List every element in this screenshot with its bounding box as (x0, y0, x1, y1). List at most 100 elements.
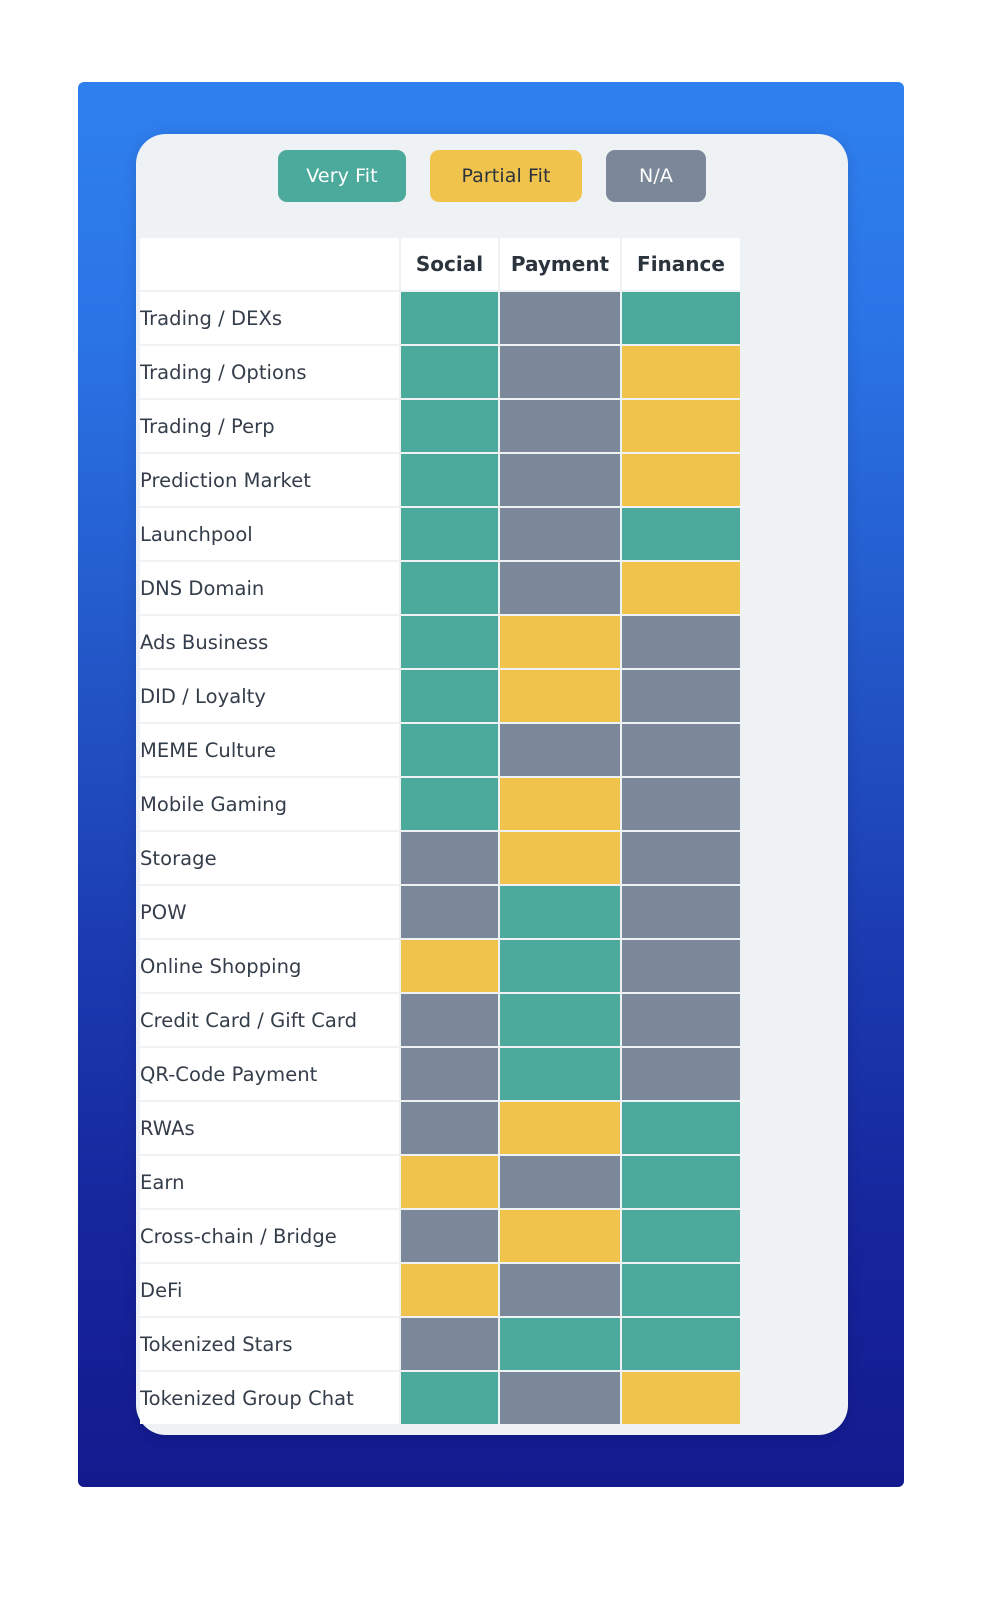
matrix-cell-na[interactable] (622, 886, 740, 940)
column-header-payment: Payment (500, 238, 622, 292)
table-row: POW (140, 886, 740, 940)
matrix-cell-partial-fit[interactable] (401, 1156, 500, 1210)
matrix-cell-very-fit[interactable] (401, 1372, 500, 1424)
matrix-cell-na[interactable] (401, 1210, 500, 1264)
row-label: Online Shopping (140, 940, 401, 994)
matrix-cell-partial-fit[interactable] (622, 400, 740, 454)
row-label: QR-Code Payment (140, 1048, 401, 1102)
matrix-cell-very-fit[interactable] (622, 292, 740, 346)
row-label: RWAs (140, 1102, 401, 1156)
matrix-cell-very-fit[interactable] (622, 1156, 740, 1210)
table-row: DNS Domain (140, 562, 740, 616)
matrix-cell-partial-fit[interactable] (500, 616, 622, 670)
header-row: Social Payment Finance (140, 238, 740, 292)
row-label: Storage (140, 832, 401, 886)
legend: Very Fit Partial Fit N/A (136, 134, 848, 218)
matrix-cell-partial-fit[interactable] (500, 778, 622, 832)
legend-chip-partial-fit[interactable]: Partial Fit (430, 150, 582, 202)
legend-chip-very-fit[interactable]: Very Fit (278, 150, 406, 202)
row-label: Ads Business (140, 616, 401, 670)
matrix-cell-very-fit[interactable] (401, 400, 500, 454)
table-row: Launchpool (140, 508, 740, 562)
matrix-cell-na[interactable] (500, 454, 622, 508)
legend-chip-na[interactable]: N/A (606, 150, 706, 202)
matrix-cell-na[interactable] (622, 940, 740, 994)
matrix-cell-very-fit[interactable] (500, 994, 622, 1048)
matrix-cell-very-fit[interactable] (401, 508, 500, 562)
matrix-cell-na[interactable] (500, 346, 622, 400)
row-label: Launchpool (140, 508, 401, 562)
table-row: DID / Loyalty (140, 670, 740, 724)
matrix-cell-na[interactable] (401, 886, 500, 940)
table-row: Tokenized Stars (140, 1318, 740, 1372)
matrix-cell-partial-fit[interactable] (500, 1210, 622, 1264)
column-header-social: Social (401, 238, 500, 292)
matrix-cell-very-fit[interactable] (622, 508, 740, 562)
matrix-cell-na[interactable] (622, 994, 740, 1048)
matrix-cell-na[interactable] (622, 670, 740, 724)
fit-matrix-table: Social Payment Finance Trading / DEXs Tra… (140, 238, 740, 1424)
matrix-cell-na[interactable] (500, 1372, 622, 1424)
matrix-cell-partial-fit[interactable] (500, 670, 622, 724)
content-card: Very Fit Partial Fit N/A Social Payment (136, 134, 848, 1435)
matrix-cell-very-fit[interactable] (401, 454, 500, 508)
matrix-cell-na[interactable] (500, 562, 622, 616)
matrix-cell-na[interactable] (500, 292, 622, 346)
matrix-cell-na[interactable] (622, 724, 740, 778)
matrix-cell-partial-fit[interactable] (401, 1264, 500, 1318)
matrix-cell-na[interactable] (500, 1264, 622, 1318)
matrix-cell-partial-fit[interactable] (622, 1372, 740, 1424)
matrix-cell-very-fit[interactable] (500, 886, 622, 940)
table-row: Online Shopping (140, 940, 740, 994)
matrix-cell-na[interactable] (500, 1156, 622, 1210)
table-row: Prediction Market (140, 454, 740, 508)
matrix-cell-na[interactable] (401, 832, 500, 886)
matrix-cell-partial-fit[interactable] (622, 454, 740, 508)
matrix-cell-very-fit[interactable] (622, 1210, 740, 1264)
matrix-cell-very-fit[interactable] (500, 1048, 622, 1102)
fit-matrix-container: Social Payment Finance Trading / DEXs Tra… (140, 238, 844, 1424)
matrix-cell-na[interactable] (622, 778, 740, 832)
matrix-cell-very-fit[interactable] (401, 346, 500, 400)
row-label: Prediction Market (140, 454, 401, 508)
matrix-cell-na[interactable] (401, 1318, 500, 1372)
matrix-cell-very-fit[interactable] (622, 1102, 740, 1156)
matrix-cell-na[interactable] (622, 1048, 740, 1102)
row-label: MEME Culture (140, 724, 401, 778)
table-row: DeFi (140, 1264, 740, 1318)
matrix-cell-na[interactable] (500, 400, 622, 454)
row-label: DeFi (140, 1264, 401, 1318)
matrix-cell-very-fit[interactable] (401, 778, 500, 832)
matrix-cell-partial-fit[interactable] (500, 1102, 622, 1156)
matrix-cell-very-fit[interactable] (622, 1318, 740, 1372)
matrix-cell-very-fit[interactable] (401, 670, 500, 724)
matrix-cell-very-fit[interactable] (622, 1264, 740, 1318)
matrix-cell-very-fit[interactable] (500, 1318, 622, 1372)
matrix-cell-very-fit[interactable] (401, 616, 500, 670)
matrix-cell-partial-fit[interactable] (622, 562, 740, 616)
row-label: Tokenized Group Chat (140, 1372, 401, 1424)
matrix-cell-na[interactable] (500, 508, 622, 562)
row-label: Trading / Options (140, 346, 401, 400)
matrix-cell-na[interactable] (401, 994, 500, 1048)
row-label: Credit Card / Gift Card (140, 994, 401, 1048)
matrix-cell-na[interactable] (401, 1048, 500, 1102)
matrix-cell-very-fit[interactable] (401, 562, 500, 616)
matrix-cell-very-fit[interactable] (500, 940, 622, 994)
table-row: Storage (140, 832, 740, 886)
matrix-cell-very-fit[interactable] (401, 724, 500, 778)
row-label: Earn (140, 1156, 401, 1210)
matrix-cell-partial-fit[interactable] (500, 832, 622, 886)
table-row: Credit Card / Gift Card (140, 994, 740, 1048)
matrix-cell-very-fit[interactable] (401, 292, 500, 346)
matrix-cell-na[interactable] (622, 832, 740, 886)
table-row: MEME Culture (140, 724, 740, 778)
table-row: Mobile Gaming (140, 778, 740, 832)
matrix-cell-partial-fit[interactable] (401, 940, 500, 994)
matrix-cell-partial-fit[interactable] (622, 346, 740, 400)
matrix-cell-na[interactable] (500, 724, 622, 778)
matrix-cell-na[interactable] (622, 616, 740, 670)
table-row: Ads Business (140, 616, 740, 670)
row-label: DID / Loyalty (140, 670, 401, 724)
matrix-cell-na[interactable] (401, 1102, 500, 1156)
